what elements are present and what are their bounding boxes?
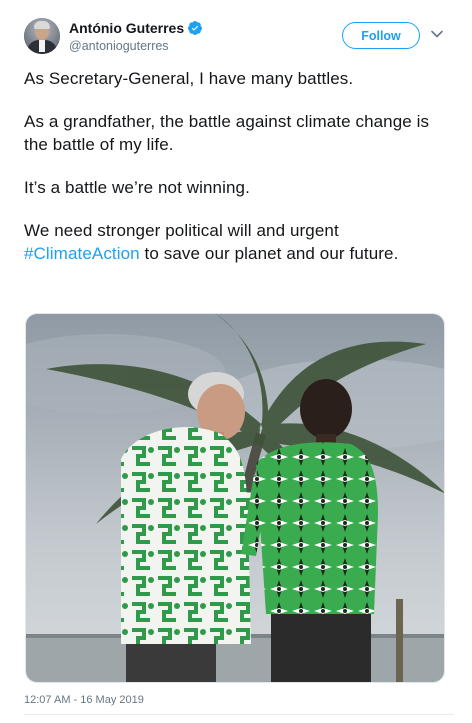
follow-button[interactable]: Follow: [342, 22, 420, 49]
tweet-card: António Guterres @antonioguterres Follow…: [0, 0, 472, 723]
tweet-header: António Guterres @antonioguterres Follow: [24, 18, 454, 58]
tweet-timestamp[interactable]: 12:07 AM - 16 May 2019: [24, 694, 144, 706]
tweet-paragraph: As a grandfather, the battle against cli…: [24, 112, 430, 154]
tweet-text-after-hashtag: to save our planet and our future.: [139, 244, 399, 263]
hashtag-link[interactable]: #ClimateAction: [24, 244, 140, 263]
avatar[interactable]: [24, 18, 60, 54]
tweet-paragraph-last: We need stronger political will and urge…: [24, 219, 454, 265]
author-display-name[interactable]: António Guterres: [69, 19, 203, 37]
tweet-paragraph: It’s a battle we’re not winning.: [24, 178, 250, 197]
tweet-photo[interactable]: [25, 313, 445, 683]
author-names[interactable]: António Guterres @antonioguterres: [69, 19, 203, 55]
tweet-text-before-hashtag: We need stronger political will and urge…: [24, 221, 339, 240]
verified-badge-icon: [188, 21, 203, 35]
author-display-name-text[interactable]: António Guterres: [69, 19, 184, 37]
author-handle[interactable]: @antonioguterres: [69, 38, 203, 55]
chevron-down-icon[interactable]: [430, 27, 444, 41]
tweet-text: As Secretary-General, I have many battle…: [24, 67, 454, 285]
divider: [24, 714, 454, 715]
tweet-paragraph: As Secretary-General, I have many battle…: [24, 69, 354, 88]
photo-illustration: [26, 314, 444, 682]
